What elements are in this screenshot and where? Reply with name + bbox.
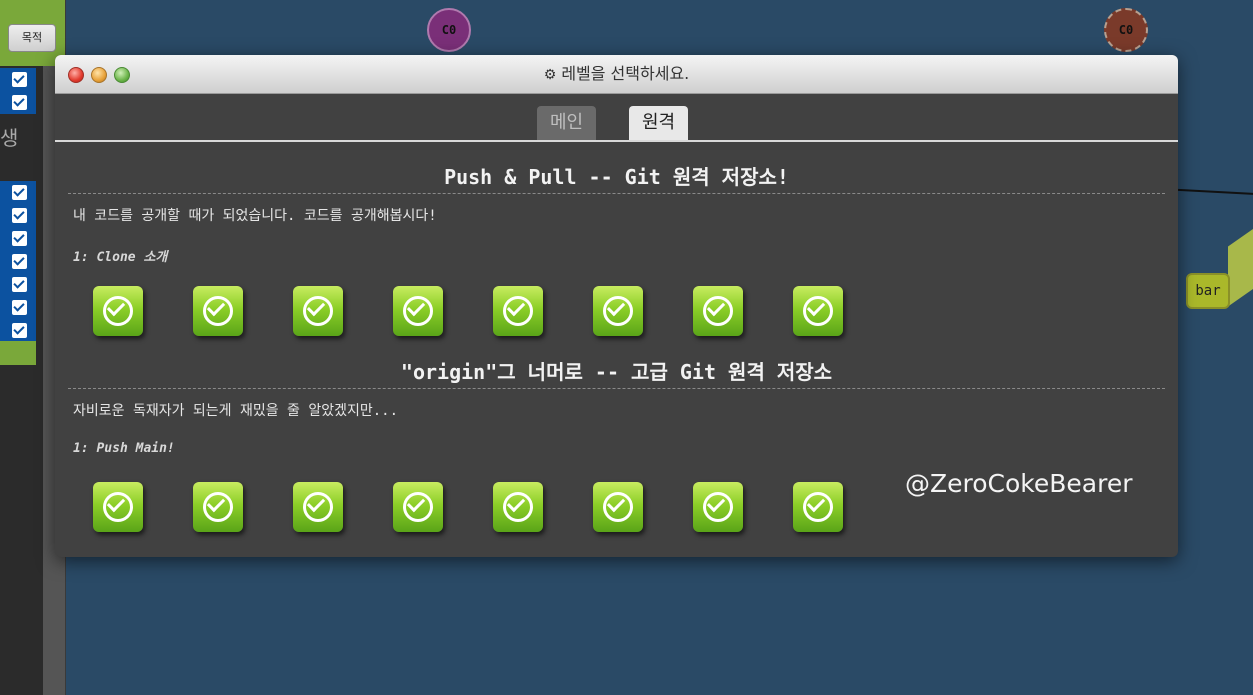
branch-arrow [1228,225,1253,307]
level-complete-icon[interactable] [593,482,643,532]
checkbox-icon[interactable] [12,208,27,223]
modal-title: 레벨을 선택하세요. [561,64,690,83]
checkbox-icon[interactable] [12,95,27,110]
section-divider [68,388,1165,389]
checkbox-icon[interactable] [12,300,27,315]
left-partial-label: 생 [0,126,19,150]
section-title: Push & Pull -- Git 원격 저장소! [444,165,789,189]
tab-remote[interactable]: 원격 [629,106,689,140]
level-complete-icon[interactable] [193,286,243,336]
watermark-text: @ZeroCokeBearer [905,469,1133,498]
checkbox-icon[interactable] [12,277,27,292]
level-complete-icon[interactable] [693,482,743,532]
level-complete-icon[interactable] [793,286,843,336]
section-description: 자비로운 독재자가 되는게 재밌을 줄 알았겠지만... [73,403,399,419]
checkbox-icon[interactable] [12,323,27,338]
left-check-group-1 [0,68,36,114]
gear-icon: ⚙ [543,67,557,83]
remote-commit-node-c0[interactable]: C0 [1104,8,1148,52]
left-green-bar [0,341,36,365]
checkbox-icon[interactable] [12,185,27,200]
section-title: "origin"그 너머로 -- 고급 Git 원격 저장소 [400,360,833,384]
level-complete-icon[interactable] [493,286,543,336]
branch-label-bar[interactable]: bar [1186,273,1230,309]
selected-level-label: 1: Clone 소개 [73,250,168,265]
level-complete-icon[interactable] [693,286,743,336]
checkbox-icon[interactable] [12,231,27,246]
modal-title-wrap: ⚙ 레벨을 선택하세요. [55,55,1178,93]
left-check-group-2 [0,181,36,341]
level-complete-icon[interactable] [293,482,343,532]
selected-level-label: 1: Push Main! [73,441,175,456]
tab-main[interactable]: 메인 [537,106,597,140]
graph-edge [1178,188,1253,196]
modal-titlebar: ⚙ 레벨을 선택하세요. [55,55,1178,94]
level-select-modal: ⚙ 레벨을 선택하세요. 메인 원격 Push & Pull -- Git 원격 … [55,55,1178,557]
section-description: 내 코드를 공개할 때가 되었습니다. 코드를 공개해봅시다! [73,208,437,224]
level-complete-icon[interactable] [293,286,343,336]
checkbox-icon[interactable] [12,254,27,269]
tab-bar: 메인 원격 [55,94,1178,142]
level-complete-icon[interactable] [393,482,443,532]
checkbox-icon[interactable] [12,72,27,87]
level-complete-icon[interactable] [93,286,143,336]
level-complete-icon[interactable] [93,482,143,532]
level-complete-icon[interactable] [493,482,543,532]
level-complete-icon[interactable] [193,482,243,532]
commit-node-c0[interactable]: C0 [427,8,471,52]
section-divider [68,193,1165,194]
level-complete-icon[interactable] [793,482,843,532]
level-complete-icon[interactable] [593,286,643,336]
goal-button[interactable]: 목적 [8,24,56,52]
level-complete-icon[interactable] [393,286,443,336]
